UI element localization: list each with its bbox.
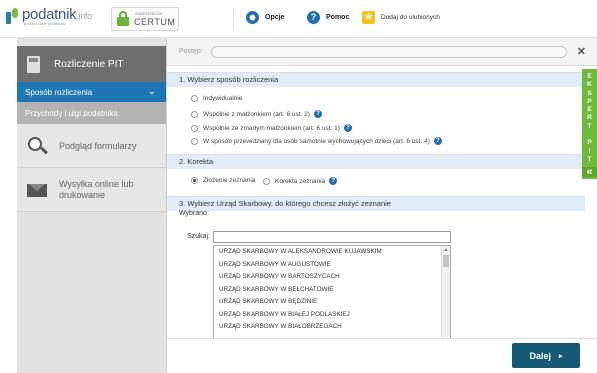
ekspert-pit-tab[interactable]: EKSPERT PIT « [582, 69, 597, 179]
certum-small-label: ZABEZPIECZA [135, 11, 163, 16]
section-correction-title: 2. Korekta [167, 154, 585, 169]
help-link[interactable]: ? Pomoc [307, 11, 349, 24]
certum-label: CERTUM [134, 17, 176, 27]
logo-mark-icon [6, 6, 20, 24]
option-correction[interactable]: Korekta zeznania ? [263, 177, 338, 185]
search-input[interactable] [213, 231, 451, 243]
sidebar-item-label: Wysyłka online lub drukowanie [59, 178, 134, 200]
close-icon[interactable]: ✕ [577, 45, 586, 58]
radio-filing[interactable] [191, 177, 198, 184]
option-label: Wspólnie ze zmarłym małżonkiem (art. 6 u… [203, 124, 340, 132]
sidebar-item-income-reliefs[interactable]: Przychody i ulgi podatnika [17, 102, 166, 124]
sidebar-item-form-preview[interactable]: Podgląd formularzy [17, 124, 166, 168]
lock-icon [116, 11, 130, 27]
list-item[interactable]: URZĄD SKARBOWY W ALEKSANDROWIE KUJAWSKIM [214, 246, 450, 259]
radio-joint-deceased[interactable] [191, 124, 198, 132]
radio-joint-spouse[interactable] [191, 110, 198, 118]
main-panel: Rozliczenie PIT Sposób rozliczenia ⌄ Prz… [17, 38, 597, 373]
arrow-right-icon: ▸ [559, 352, 563, 360]
options-link[interactable]: Opcje [246, 11, 284, 24]
ekspert-pit-label: EKSPERT PIT [587, 73, 592, 163]
option-label: Wspólnie z małżonkiem (art. 6 ust. 2) [203, 110, 310, 118]
option-label: W sposób przewidziany dla osób samotnie … [203, 137, 430, 145]
option-single-parent[interactable]: W sposób przewidziany dla osób samotnie … [191, 137, 442, 145]
section-tax-office-title: 3. Wybierz Urząd Skarbowy, do którego ch… [167, 196, 585, 211]
options-label: Opcje [265, 14, 285, 21]
option-label: Korekta zeznania [275, 177, 326, 185]
selected-label: Wybrano: [179, 210, 209, 217]
help-label: Pomoc [326, 14, 350, 21]
content-area: Postęp: ✕ 1. Wybierz sposób rozliczenia … [167, 38, 597, 373]
radio-single-parent[interactable] [191, 137, 198, 145]
sidebar-item-settlement-method[interactable]: Sposób rozliczenia ⌄ [17, 82, 166, 102]
next-button-label: Dalej [529, 350, 551, 361]
progress-bar [211, 46, 567, 58]
scroll-thumb[interactable] [443, 255, 449, 267]
add-favorites-link[interactable]: ★ Dodaj do ulubionych [362, 11, 440, 24]
option-label: Indywidualnie [203, 95, 243, 102]
search-label: Szukaj: [187, 233, 210, 240]
list-item[interactable]: URZĄD SKARBOWY W AUGUSTOWIE [214, 259, 450, 272]
double-chevron-left-icon[interactable]: « [582, 167, 597, 178]
top-header: podatnik.info prosto online podatków ZAB… [0, 0, 597, 38]
option-joint-spouse[interactable]: Wspólnie z małżonkiem (art. 6 ust. 2) ? [191, 110, 322, 118]
help-icon[interactable]: ? [329, 177, 338, 185]
sidebar-item-label: Sposób rozliczenia [25, 87, 93, 97]
list-item[interactable]: URZĄD SKARBOWY W BIAŁEJ PODLASKIEJ [214, 309, 450, 322]
option-filing[interactable]: Złożenie zeznania [191, 177, 255, 184]
next-button[interactable]: Dalej ▸ [512, 343, 580, 368]
sidebar-item-label: Przychody i ulgi podatnika [25, 108, 118, 118]
option-individual[interactable]: Indywidualnie [191, 95, 242, 102]
list-item[interactable]: URZĄD SKARBOWY W BARTOSZYCACH [214, 271, 450, 284]
sidebar-header: Rozliczenie PIT [17, 46, 166, 82]
magnifier-icon [27, 136, 49, 155]
list-item[interactable]: URZĄD SKARBOWY W BĘDZINIE [214, 296, 450, 309]
sidebar-header-label: Rozliczenie PIT [54, 58, 124, 70]
chevron-down-icon: ⌄ [147, 86, 156, 97]
help-icon[interactable]: ? [343, 124, 352, 132]
footer-bar: Dalej ▸ [167, 338, 597, 373]
gear-icon [246, 11, 259, 24]
progress-row: Postęp: ✕ [167, 38, 597, 66]
envelope-icon [27, 181, 49, 199]
logo-tagline: prosto online podatków [24, 21, 66, 26]
star-icon: ★ [362, 11, 375, 24]
progress-label: Postęp: [179, 48, 203, 55]
option-joint-deceased[interactable]: Wspólnie ze zmarłym małżonkiem (art. 6 u… [191, 124, 352, 132]
radio-individual[interactable] [191, 95, 198, 102]
list-item[interactable]: URZĄD SKARBOWY W BIAŁOBRZEGACH [214, 321, 450, 334]
section-settlement-method-title: 1. Wybierz sposób rozliczenia [167, 72, 585, 87]
sidebar-item-send-online[interactable]: Wysyłka online lub drukowanie [17, 168, 166, 212]
help-icon[interactable]: ? [313, 110, 322, 118]
certum-badge[interactable]: ZABEZPIECZA CERTUM [111, 7, 179, 31]
sidebar-item-label: Podgląd formularzy [59, 140, 137, 151]
calculator-icon [27, 55, 40, 73]
help-icon[interactable]: ? [433, 137, 442, 145]
list-item[interactable]: URZĄD SKARBOWY W BEŁCHATOWIE [214, 284, 450, 297]
favorites-label: Dodaj do ulubionych [381, 14, 440, 21]
header-divider [233, 8, 234, 30]
radio-correction[interactable] [263, 177, 270, 185]
option-label: Złożenie zeznania [203, 177, 256, 184]
scroll-up-icon[interactable]: ▲ [443, 247, 449, 253]
sidebar: Rozliczenie PIT Sposób rozliczenia ⌄ Prz… [17, 38, 167, 373]
help-icon: ? [307, 11, 320, 24]
